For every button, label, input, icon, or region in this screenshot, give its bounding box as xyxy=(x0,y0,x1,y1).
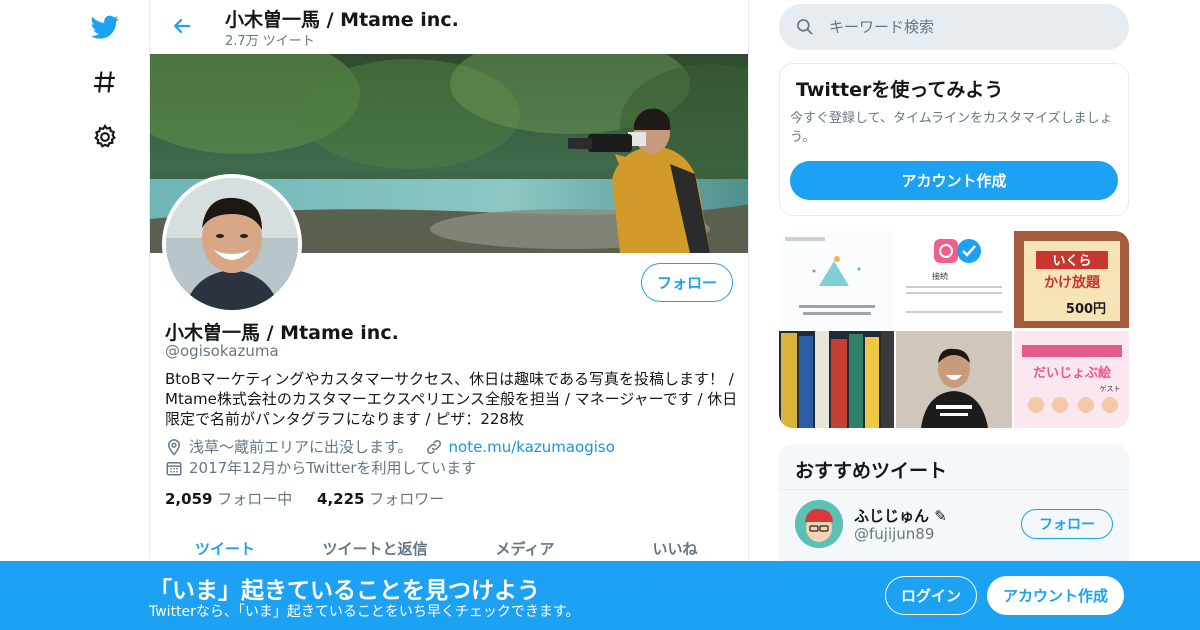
follow-button[interactable]: フォロー xyxy=(641,263,733,302)
tweet-count: 2.7万 ツイート xyxy=(225,34,315,49)
media-image: 接続 xyxy=(896,231,1012,328)
avatar-photo xyxy=(166,178,298,310)
recommended-user-name[interactable]: ふじじゅん ✎ xyxy=(854,505,947,526)
media-caption: ゲスト xyxy=(1099,384,1120,393)
create-account-button[interactable]: アカウント作成 xyxy=(790,161,1118,200)
header-title: 小木曽一馬 / Mtame inc. xyxy=(225,9,459,31)
media-caption: だいじょぶ絵 xyxy=(1033,365,1111,381)
profile-name: 小木曽一馬 / Mtame inc. xyxy=(165,322,399,344)
signup-card-description: 今すぐ登録して、タイムラインをカスタマイズしましょう。 xyxy=(790,111,1113,145)
media-thumbnail[interactable] xyxy=(779,231,895,329)
signup-banner-subtitle: Twitterなら、「いま」起きていることをいち早くチェックできます。 xyxy=(149,604,580,620)
recommended-user-name-text: ふじじゅん xyxy=(854,507,930,525)
media-thumbnail[interactable]: 接続 xyxy=(896,231,1012,329)
signup-banner-title: 「いま」起きていることを見つけよう xyxy=(149,578,540,604)
link-icon xyxy=(425,438,443,456)
following-count: 2,059 xyxy=(165,490,213,508)
profile-stats: 2,059 フォロー中 4,225 フォロワー xyxy=(165,488,464,509)
following-stat[interactable]: 2,059 フォロー中 xyxy=(165,490,312,508)
profile-joined-date: 2017年12月からTwitterを利用しています xyxy=(189,459,477,477)
profile-website-link[interactable]: note.mu/kazumaogiso xyxy=(449,438,615,456)
media-grid: 接続 いくら かけ放題 500円 だいじょぶ絵 ゲスト xyxy=(779,231,1129,428)
search-input[interactable] xyxy=(829,18,1109,36)
main-column: 小木曽一馬 / Mtame inc. 2.7万 ツイート フォロー 小木曽一馬 … xyxy=(149,0,749,630)
pencil-emoji-icon: ✎ xyxy=(934,507,947,525)
login-button[interactable]: ログイン xyxy=(885,576,977,615)
followers-stat[interactable]: 4,225 フォロワー xyxy=(317,490,464,508)
back-button[interactable] xyxy=(168,12,196,40)
following-label: フォロー中 xyxy=(217,490,293,508)
search-box xyxy=(779,4,1129,50)
gear-icon[interactable] xyxy=(87,119,123,155)
recommended-user-handle: @fujijun89 xyxy=(854,525,935,543)
followers-label: フォロワー xyxy=(369,490,445,508)
media-caption: かけ放題 xyxy=(1044,274,1101,291)
media-image xyxy=(779,231,895,328)
profile-header: 小木曽一馬 / Mtame inc. 2.7万 ツイート xyxy=(150,0,748,53)
media-thumbnail[interactable]: いくら かけ放題 500円 xyxy=(1013,231,1129,329)
twitter-logo-icon[interactable] xyxy=(87,9,123,45)
media-thumbnail[interactable] xyxy=(779,330,895,429)
recommended-user-avatar[interactable] xyxy=(795,500,843,548)
media-caption: 500円 xyxy=(1066,302,1106,317)
media-thumbnail[interactable] xyxy=(896,330,1012,429)
media-image: だいじょぶ絵 ゲスト xyxy=(1013,330,1129,428)
profile-meta-location-website: 浅草〜蔵前エリアに出没します。 note.mu/kazumaogiso xyxy=(165,436,615,457)
signup-button[interactable]: アカウント作成 xyxy=(987,576,1124,615)
profile-location: 浅草〜蔵前エリアに出没します。 xyxy=(189,438,413,456)
divider xyxy=(779,489,1129,490)
location-pin-icon xyxy=(165,438,183,456)
recommended-follow-button[interactable]: フォロー xyxy=(1021,509,1113,539)
left-nav xyxy=(80,0,130,630)
arrow-left-icon xyxy=(174,18,191,34)
profile-handle: @ogisokazuma xyxy=(165,342,279,360)
signup-banner: 「いま」起きていることを見つけよう Twitterなら、「いま」起きていることを… xyxy=(0,561,1200,630)
media-image: いくら かけ放題 500円 xyxy=(1013,231,1129,328)
signup-card-title: Twitterを使ってみよう xyxy=(796,79,1004,101)
profile-avatar[interactable] xyxy=(162,174,302,314)
media-caption: 接続 xyxy=(932,271,948,281)
recommended-title: おすすめツイート xyxy=(795,460,948,482)
media-thumbnail[interactable]: だいじょぶ絵 ゲスト xyxy=(1013,330,1129,429)
media-image xyxy=(896,330,1012,428)
media-image xyxy=(779,330,895,428)
calendar-icon xyxy=(165,459,183,477)
profile-meta-joined: 2017年12月からTwitterを利用しています xyxy=(165,457,476,478)
profile-bio: BtoBマーケティングやカスタマーサクセス、休日は趣味である写真を投稿します！ … xyxy=(165,370,738,428)
followers-count: 4,225 xyxy=(317,490,365,508)
signup-card: Twitterを使ってみよう 今すぐ登録して、タイムラインをカスタマイズしましょ… xyxy=(779,63,1129,216)
search-icon xyxy=(795,17,815,37)
avatar-illustration xyxy=(795,500,843,548)
hashtag-icon[interactable] xyxy=(87,64,123,100)
media-caption: いくら xyxy=(1052,254,1091,269)
